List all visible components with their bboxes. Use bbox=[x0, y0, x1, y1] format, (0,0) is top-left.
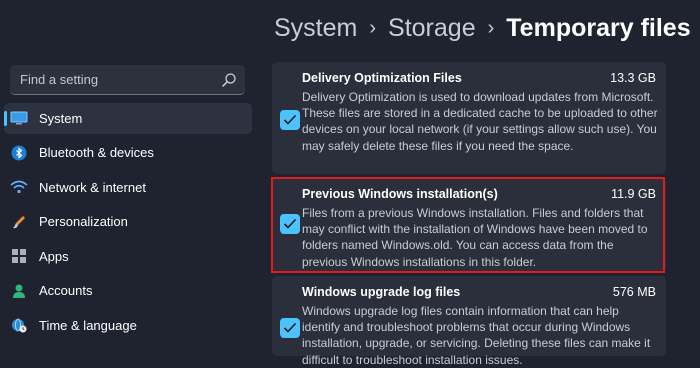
chevron-right-icon: › bbox=[487, 17, 495, 39]
breadcrumb: System › Storage › Temporary files bbox=[274, 10, 691, 46]
wifi-icon bbox=[10, 178, 28, 196]
globe-clock-icon bbox=[10, 316, 28, 334]
list-item: Windows upgrade log files 576 MB Windows… bbox=[272, 276, 666, 367]
file-category-size: 11.9 GB bbox=[611, 187, 656, 201]
sidebar-item-network[interactable]: Network & internet bbox=[0, 170, 255, 205]
monitor-icon bbox=[10, 109, 28, 127]
file-category-description: Delivery Optimization is used to downloa… bbox=[302, 90, 658, 153]
previous-windows-checkbox[interactable] bbox=[280, 214, 300, 234]
apps-icon bbox=[10, 247, 28, 265]
list-item: Previous Windows installation(s) 11.9 GB… bbox=[272, 178, 666, 272]
file-category-description: Windows upgrade log files contain inform… bbox=[302, 304, 651, 367]
bluetooth-icon bbox=[10, 144, 28, 162]
checkmark-icon bbox=[283, 322, 297, 333]
temporary-files-list: Delivery Optimization Files 13.3 GB Deli… bbox=[272, 62, 666, 367]
delivery-optimization-checkbox[interactable] bbox=[280, 110, 300, 130]
person-icon bbox=[10, 282, 28, 300]
sidebar-item-label: Accounts bbox=[39, 283, 93, 299]
page-title: Temporary files bbox=[506, 13, 691, 42]
sidebar-nav: System Bluetooth & devices Network & int… bbox=[0, 101, 255, 343]
sidebar-item-label: Personalization bbox=[39, 214, 128, 230]
sidebar-item-label: Apps bbox=[39, 248, 69, 264]
search-input[interactable] bbox=[10, 65, 215, 93]
list-item: Delivery Optimization Files 13.3 GB Deli… bbox=[272, 62, 666, 174]
checkmark-icon bbox=[283, 218, 297, 229]
sidebar-item-personalization[interactable]: Personalization bbox=[0, 205, 255, 240]
file-category-size: 576 MB bbox=[612, 285, 656, 299]
brush-icon bbox=[10, 213, 28, 231]
file-category-title: Previous Windows installation(s) bbox=[302, 187, 498, 201]
sidebar-item-label: Network & internet bbox=[39, 179, 146, 195]
file-category-description: Files from a previous Windows installati… bbox=[302, 206, 648, 269]
file-category-title: Windows upgrade log files bbox=[302, 285, 461, 299]
breadcrumb-storage[interactable]: Storage bbox=[388, 14, 476, 43]
sidebar-item-accounts[interactable]: Accounts bbox=[0, 274, 255, 309]
sidebar-item-label: Time & language bbox=[39, 317, 137, 333]
breadcrumb-system[interactable]: System bbox=[274, 14, 357, 43]
upgrade-log-checkbox[interactable] bbox=[280, 318, 300, 338]
checkmark-icon bbox=[283, 114, 297, 125]
sidebar-item-label: Bluetooth & devices bbox=[39, 145, 154, 161]
search-icon[interactable] bbox=[221, 72, 237, 88]
chevron-right-icon: › bbox=[369, 17, 377, 39]
sidebar-item-label: System bbox=[39, 110, 83, 126]
file-category-size: 13.3 GB bbox=[610, 71, 656, 85]
sidebar-item-system[interactable]: System bbox=[0, 101, 255, 136]
search-box bbox=[10, 65, 245, 95]
selection-indicator bbox=[4, 111, 7, 126]
sidebar-item-time-language[interactable]: Time & language bbox=[0, 308, 255, 343]
file-category-title: Delivery Optimization Files bbox=[302, 71, 462, 85]
sidebar-item-apps[interactable]: Apps bbox=[0, 239, 255, 274]
sidebar-item-bluetooth[interactable]: Bluetooth & devices bbox=[0, 136, 255, 171]
